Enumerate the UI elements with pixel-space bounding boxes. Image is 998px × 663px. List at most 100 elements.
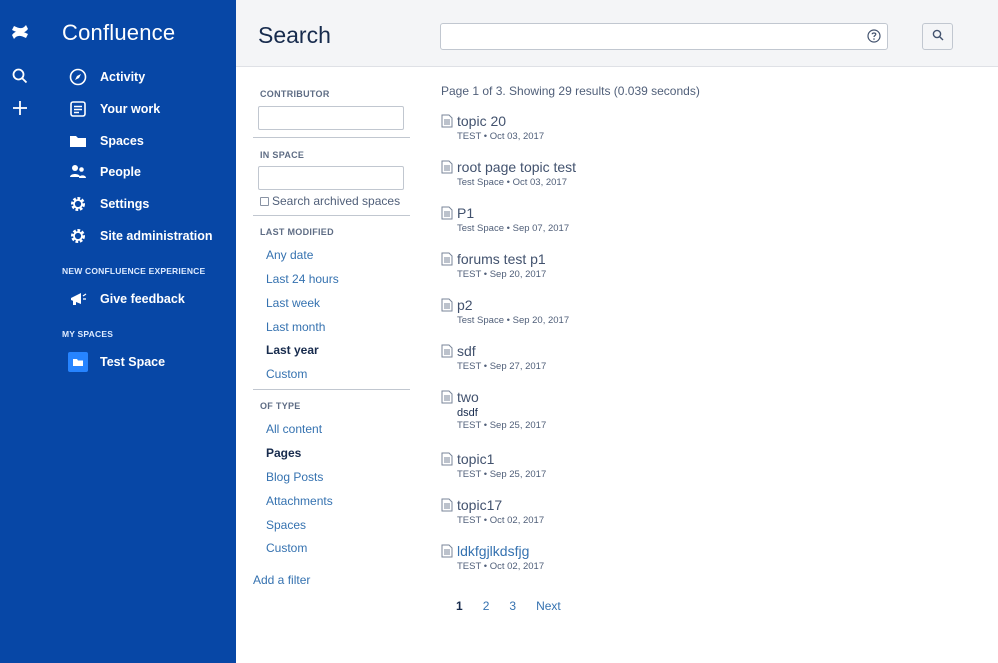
compass-icon: [68, 67, 88, 87]
search-icon: [932, 28, 944, 46]
people-icon: [68, 162, 88, 182]
result-title[interactable]: p2: [457, 297, 473, 313]
page-2-link[interactable]: 2: [483, 599, 490, 613]
filter-last-24-hours[interactable]: Last 24 hours: [266, 272, 339, 286]
search-result: sdf TEST • Sep 27, 2017: [441, 342, 546, 372]
sidebar-item-your-work[interactable]: Your work: [68, 97, 160, 121]
sidebar-item-label: Your work: [100, 102, 161, 116]
confluence-logo-icon[interactable]: [10, 22, 30, 42]
search-result: p2 Test Space • Sep 20, 2017: [441, 296, 569, 326]
page-icon: [441, 114, 453, 128]
feedback-label: Give feedback: [100, 292, 185, 306]
result-meta: TEST • Sep 25, 2017: [457, 469, 547, 480]
result-meta: Test Space • Sep 20, 2017: [457, 315, 570, 326]
in-space-label: IN SPACE: [260, 150, 305, 160]
result-title-row[interactable]: topic 20: [441, 112, 544, 130]
sidebar-item-site-administration[interactable]: Site administration: [68, 224, 213, 248]
result-title[interactable]: topic1: [457, 451, 494, 467]
page-1-link[interactable]: 1: [456, 599, 463, 613]
result-meta: TEST • Sep 20, 2017: [457, 269, 547, 280]
result-meta: Test Space • Sep 07, 2017: [457, 223, 570, 234]
filter-custom-type[interactable]: Custom: [266, 541, 307, 555]
result-meta: TEST • Sep 27, 2017: [457, 361, 547, 372]
add-filter-link[interactable]: Add a filter: [253, 573, 310, 587]
sidebar-item-people[interactable]: People: [68, 160, 141, 184]
search-button[interactable]: [922, 23, 953, 50]
result-title[interactable]: two: [457, 389, 479, 405]
result-meta: TEST • Oct 03, 2017: [457, 131, 545, 142]
filter-any-date[interactable]: Any date: [266, 248, 313, 262]
contributor-input[interactable]: [258, 106, 404, 130]
filter-last-month[interactable]: Last month: [266, 320, 325, 334]
page-icon: [441, 452, 453, 466]
app-title[interactable]: Confluence: [62, 20, 175, 46]
megaphone-icon: [68, 289, 88, 309]
search-result: ldkfgjlkdsfjg TEST • Oct 02, 2017: [441, 542, 544, 572]
filter-custom-date[interactable]: Custom: [266, 367, 307, 381]
page-icon: [441, 344, 453, 358]
create-plus-icon[interactable]: [10, 98, 30, 118]
checkbox-box[interactable]: [260, 196, 269, 206]
archived-label: Search archived spaces: [272, 194, 401, 208]
page-icon: [441, 160, 453, 174]
search-result: root page topic test Test Space • Oct 03,…: [441, 158, 576, 188]
sidebar-item-label: Site administration: [100, 229, 213, 243]
result-title-row[interactable]: sdf: [441, 342, 546, 360]
search-result: topic1 TEST • Sep 25, 2017: [441, 450, 546, 480]
result-title[interactable]: root page topic test: [457, 159, 576, 175]
results-summary: Page 1 of 3. Showing 29 results (0.039 s…: [441, 84, 700, 98]
result-meta: Test Space • Oct 03, 2017: [457, 177, 568, 188]
filter-all-content[interactable]: All content: [266, 422, 322, 436]
filter-last-year[interactable]: Last year: [266, 343, 319, 357]
sidebar-item-settings[interactable]: Settings: [68, 192, 149, 216]
filter-pages[interactable]: Pages: [266, 446, 301, 460]
last-modified-label: LAST MODIFIED: [260, 227, 334, 237]
sidebar-item-label: Activity: [100, 70, 146, 84]
sidebar-item-label: Settings: [100, 197, 150, 211]
next-page-link[interactable]: Next: [536, 599, 561, 613]
space-avatar-icon: [68, 352, 88, 372]
give-feedback-button[interactable]: Give feedback: [68, 287, 185, 311]
contributor-label: CONTRIBUTOR: [260, 89, 330, 99]
sidebar-item-test-space[interactable]: Test Space: [68, 350, 165, 374]
sidebar-item-spaces[interactable]: Spaces: [68, 129, 144, 153]
search-result: P1 Test Space • Sep 07, 2017: [441, 204, 569, 234]
result-title-row[interactable]: topic1: [441, 450, 546, 468]
search-icon[interactable]: [10, 66, 30, 86]
page-3-link[interactable]: 3: [509, 599, 516, 613]
result-title[interactable]: forums test p1: [457, 251, 546, 267]
page-title: Search: [258, 22, 331, 48]
result-title-row[interactable]: ldkfgjlkdsfjg: [441, 542, 544, 560]
search-input[interactable]: [440, 23, 888, 50]
sidebar-item-label: Spaces: [100, 134, 144, 148]
search-result: topic17 TEST • Oct 02, 2017: [441, 496, 544, 526]
sidebar-item-label: People: [100, 165, 141, 179]
result-title[interactable]: P1: [457, 205, 474, 221]
help-icon[interactable]: [867, 29, 881, 43]
page-icon: [441, 498, 453, 512]
result-title-row[interactable]: two: [441, 388, 546, 406]
gear-icon: [68, 226, 88, 246]
result-title-row[interactable]: topic17: [441, 496, 544, 514]
filter-attachments[interactable]: Attachments: [266, 494, 333, 508]
sidebar-item-activity[interactable]: Activity: [68, 65, 145, 89]
search-archived-checkbox[interactable]: Search archived spaces: [260, 194, 400, 208]
page-icon: [441, 252, 453, 266]
result-title[interactable]: ldkfgjlkdsfjg: [457, 543, 529, 559]
result-title-row[interactable]: P1: [441, 204, 569, 222]
result-meta: TEST • Oct 02, 2017: [457, 561, 545, 572]
result-title-row[interactable]: p2: [441, 296, 569, 314]
search-result: topic 20 TEST • Oct 03, 2017: [441, 112, 544, 142]
in-space-input[interactable]: [258, 166, 404, 190]
filter-spaces[interactable]: Spaces: [266, 518, 306, 532]
result-meta: TEST • Oct 02, 2017: [457, 515, 545, 526]
result-title-row[interactable]: root page topic test: [441, 158, 576, 176]
result-title-row[interactable]: forums test p1: [441, 250, 546, 268]
filter-blog-posts[interactable]: Blog Posts: [266, 470, 323, 484]
search-result: two dsdf TEST • Sep 25, 2017: [441, 388, 546, 431]
global-nav-rail: [0, 0, 40, 663]
result-title[interactable]: sdf: [457, 343, 476, 359]
filter-last-week[interactable]: Last week: [266, 296, 320, 310]
result-title[interactable]: topic 20: [457, 113, 506, 129]
result-title[interactable]: topic17: [457, 497, 502, 513]
